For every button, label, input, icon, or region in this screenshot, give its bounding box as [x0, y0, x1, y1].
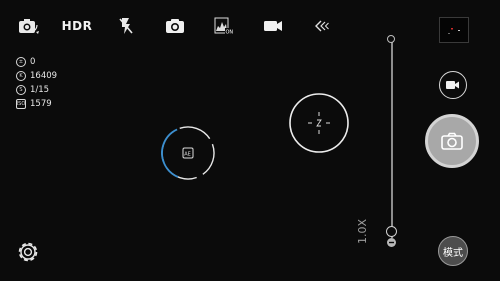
shutter-camera-icon	[441, 132, 463, 150]
white-balance-icon: K	[16, 71, 26, 81]
histogram-icon: ON	[214, 17, 234, 35]
thumbnail-image-icon	[448, 28, 460, 34]
flash-off-icon	[119, 18, 133, 34]
gear-icon	[18, 242, 38, 262]
hdr-label: HDR	[61, 19, 93, 33]
mode-label: 模式	[443, 247, 463, 259]
ev-icon: ±	[16, 57, 26, 67]
video-camera-icon	[264, 21, 282, 31]
zoom-in-handle[interactable]	[387, 35, 395, 43]
switch-camera-icon	[19, 19, 39, 34]
info-row-white-balance: K 16409	[16, 69, 57, 83]
svg-text:AE: AE	[184, 152, 191, 158]
mode-button[interactable]: 模式	[438, 236, 468, 266]
info-row-shutter: S 1/15	[16, 83, 57, 97]
iso-icon: ISO	[16, 99, 26, 109]
flash-off-button[interactable]	[115, 14, 137, 38]
zoom-slider-track[interactable]	[391, 38, 393, 238]
af-target[interactable]	[288, 92, 350, 154]
zoom-out-button[interactable]	[387, 238, 396, 247]
gallery-thumbnail[interactable]	[439, 17, 469, 43]
focus-ring-icon: AE	[161, 126, 215, 180]
zoom-slider-thumb[interactable]	[386, 226, 397, 237]
chevrons-left-icon	[315, 20, 329, 32]
switch-camera-button[interactable]	[16, 14, 40, 38]
top-toolbar: HDR ON	[0, 0, 500, 50]
exposure-info-panel: ± 0 K 16409 S 1/15 ISO 1579	[16, 55, 57, 111]
record-video-button[interactable]	[439, 71, 467, 99]
hdr-button[interactable]: HDR	[61, 14, 93, 38]
crosshair-icon	[289, 93, 349, 153]
camera-icon	[166, 19, 184, 33]
video-mode-button[interactable]	[262, 14, 284, 38]
photo-mode-button[interactable]	[164, 14, 186, 38]
settings-button[interactable]	[16, 240, 40, 264]
minus-icon	[389, 241, 394, 244]
svg-text:ON: ON	[226, 30, 234, 36]
shutter-button[interactable]	[425, 114, 479, 168]
focus-indicator[interactable]: AE	[159, 124, 217, 182]
zoom-level-label: 1.0X	[356, 218, 369, 244]
white-balance-value: 16409	[30, 71, 58, 81]
ev-value: 0	[30, 57, 36, 67]
shutter-speed-icon: S	[16, 85, 26, 95]
video-record-icon	[446, 81, 459, 89]
info-row-iso: ISO 1579	[16, 97, 57, 111]
shutter-speed-value: 1/15	[30, 85, 50, 95]
info-row-ev: ± 0	[16, 55, 57, 69]
histogram-button[interactable]: ON	[213, 14, 235, 38]
collapse-toolbar-button[interactable]	[311, 14, 333, 38]
iso-value: 1579	[30, 99, 52, 109]
